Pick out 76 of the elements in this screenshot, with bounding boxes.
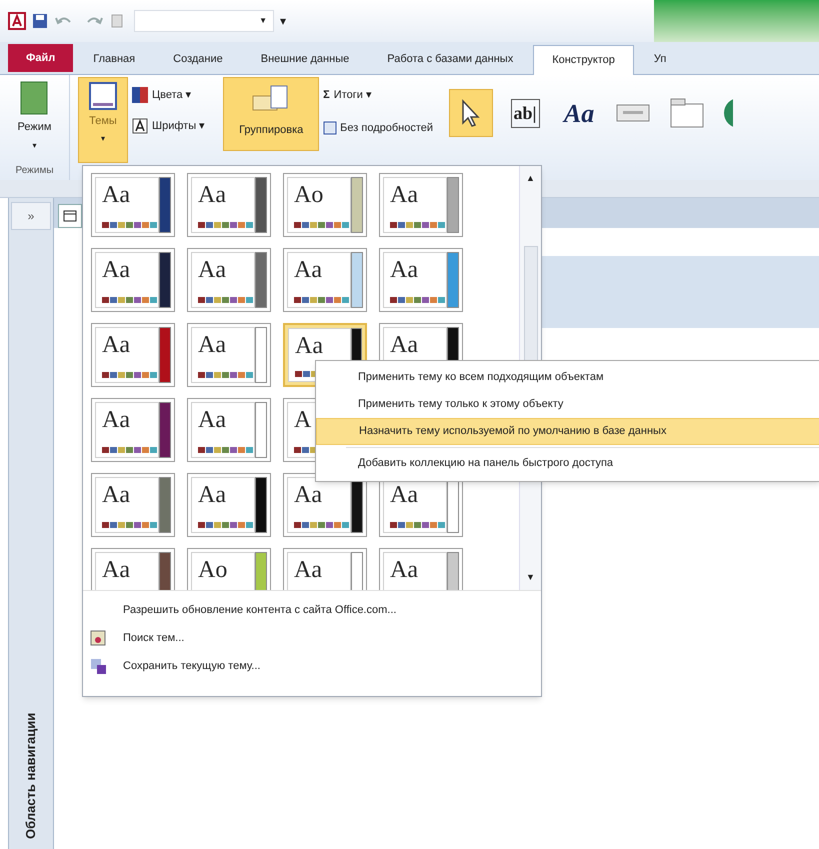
save-icon[interactable]	[32, 13, 48, 29]
save-theme-icon	[89, 657, 107, 675]
ribbon-tab[interactable]: Конструктор	[533, 45, 634, 75]
color-swatch-row	[102, 372, 157, 378]
theme-thumbnail[interactable]: Aa	[187, 398, 271, 462]
grouping-button[interactable]: Группировка	[223, 77, 320, 151]
theme-thumbnail[interactable]: Aa	[379, 173, 463, 237]
ribbon-tab[interactable]: Главная	[75, 44, 154, 74]
color-swatch-row	[198, 522, 253, 528]
color-swatch-row	[294, 297, 349, 303]
fonts-icon	[132, 118, 148, 134]
customize-button[interactable]: ▾	[280, 12, 286, 30]
themes-button[interactable]: Темы ▾	[78, 77, 128, 163]
pointer-icon	[460, 99, 482, 127]
color-swatch-row	[390, 222, 445, 228]
pointer-tool-button[interactable]	[449, 89, 494, 137]
view-button[interactable]: Режим ▾	[18, 75, 52, 152]
form-tab-icon[interactable]	[63, 210, 77, 222]
theme-thumbnail[interactable]: Aa	[91, 248, 175, 312]
theme-thumbnail[interactable]: Aa	[187, 173, 271, 237]
color-swatch-row	[294, 522, 349, 528]
color-swatch-row	[390, 297, 445, 303]
button-control-icon	[616, 104, 650, 122]
textbox-button[interactable]: ab|	[503, 89, 548, 137]
theme-thumbnail[interactable]: Aa	[187, 323, 271, 387]
theme-thumbnail[interactable]: Ao	[187, 548, 271, 590]
theme-thumbnail[interactable]: Aa	[91, 173, 175, 237]
theme-thumbnail[interactable]: Aa	[91, 548, 175, 590]
expand-button[interactable]: »	[11, 202, 51, 230]
theme-thumbnail[interactable]: Aa	[283, 473, 367, 537]
ribbon-tab[interactable]: Уп	[636, 44, 684, 74]
view-icon	[19, 81, 50, 115]
scroll-down-icon[interactable]: ▼	[526, 570, 535, 584]
navigation-pane-title: Область навигации	[22, 712, 40, 839]
theme-thumbnail[interactable]: Aa	[283, 548, 367, 590]
theme-thumbnail[interactable]: Aa	[187, 473, 271, 537]
theme-thumbnail[interactable]: Aa	[91, 323, 175, 387]
gallery-menu-item[interactable]: Поиск тем...	[89, 627, 541, 649]
search-icon	[89, 629, 107, 647]
context-menu-item[interactable]: Назначить тему используемой по умолчанию в базе данных	[316, 418, 819, 445]
file-tab[interactable]: Файл	[8, 44, 74, 72]
ribbon-tab[interactable]: Работа с базами данных	[369, 44, 532, 74]
color-swatch-row	[198, 447, 253, 453]
totals-button[interactable]: Σ Итоги ▾	[323, 87, 434, 104]
label-button[interactable]: Aa	[557, 89, 602, 137]
theme-thumbnail[interactable]: Aa	[91, 473, 175, 537]
theme-thumbnail[interactable]: Aa	[187, 248, 271, 312]
theme-thumbnail[interactable]: Ao	[283, 173, 367, 237]
theme-thumbnail[interactable]: Aa	[283, 248, 367, 312]
colors-icon	[132, 87, 148, 104]
fonts-button[interactable]: Шрифты ▾	[132, 118, 206, 134]
gallery-menu-item[interactable]: Разрешить обновление контента с сайта Office.com...	[89, 599, 541, 621]
gallery-menu-item[interactable]: Сохранить текущую тему...	[89, 655, 541, 677]
themes-icon	[89, 82, 117, 110]
ribbon-tab[interactable]: Создание	[155, 44, 241, 74]
scroll-up-icon[interactable]: ▲	[526, 172, 535, 186]
object-field[interactable]: ▼	[134, 10, 274, 32]
tab-control-icon	[670, 98, 704, 128]
color-swatch-row	[102, 447, 157, 453]
no-details-button[interactable]: Без подробностей	[323, 120, 434, 136]
color-swatch-row	[198, 297, 253, 303]
ribbon-tab[interactable]: Внешние данные	[242, 44, 368, 74]
color-swatch-row	[294, 222, 349, 228]
details-icon	[323, 120, 338, 135]
theme-thumbnail[interactable]: Aa	[379, 248, 463, 312]
color-swatch-row	[198, 372, 253, 378]
colors-button[interactable]: Цвета ▾	[132, 87, 206, 104]
color-swatch-row	[102, 522, 157, 528]
theme-thumbnail[interactable]: Aa	[91, 398, 175, 462]
app-icon[interactable]	[8, 12, 26, 30]
color-swatch-row	[102, 222, 157, 228]
color-swatch-row	[102, 297, 157, 303]
theme-thumbnail[interactable]: Aa	[379, 548, 463, 590]
color-swatch-row	[198, 222, 253, 228]
color-swatch-row	[390, 522, 445, 528]
group-label: Режимы	[15, 164, 54, 178]
